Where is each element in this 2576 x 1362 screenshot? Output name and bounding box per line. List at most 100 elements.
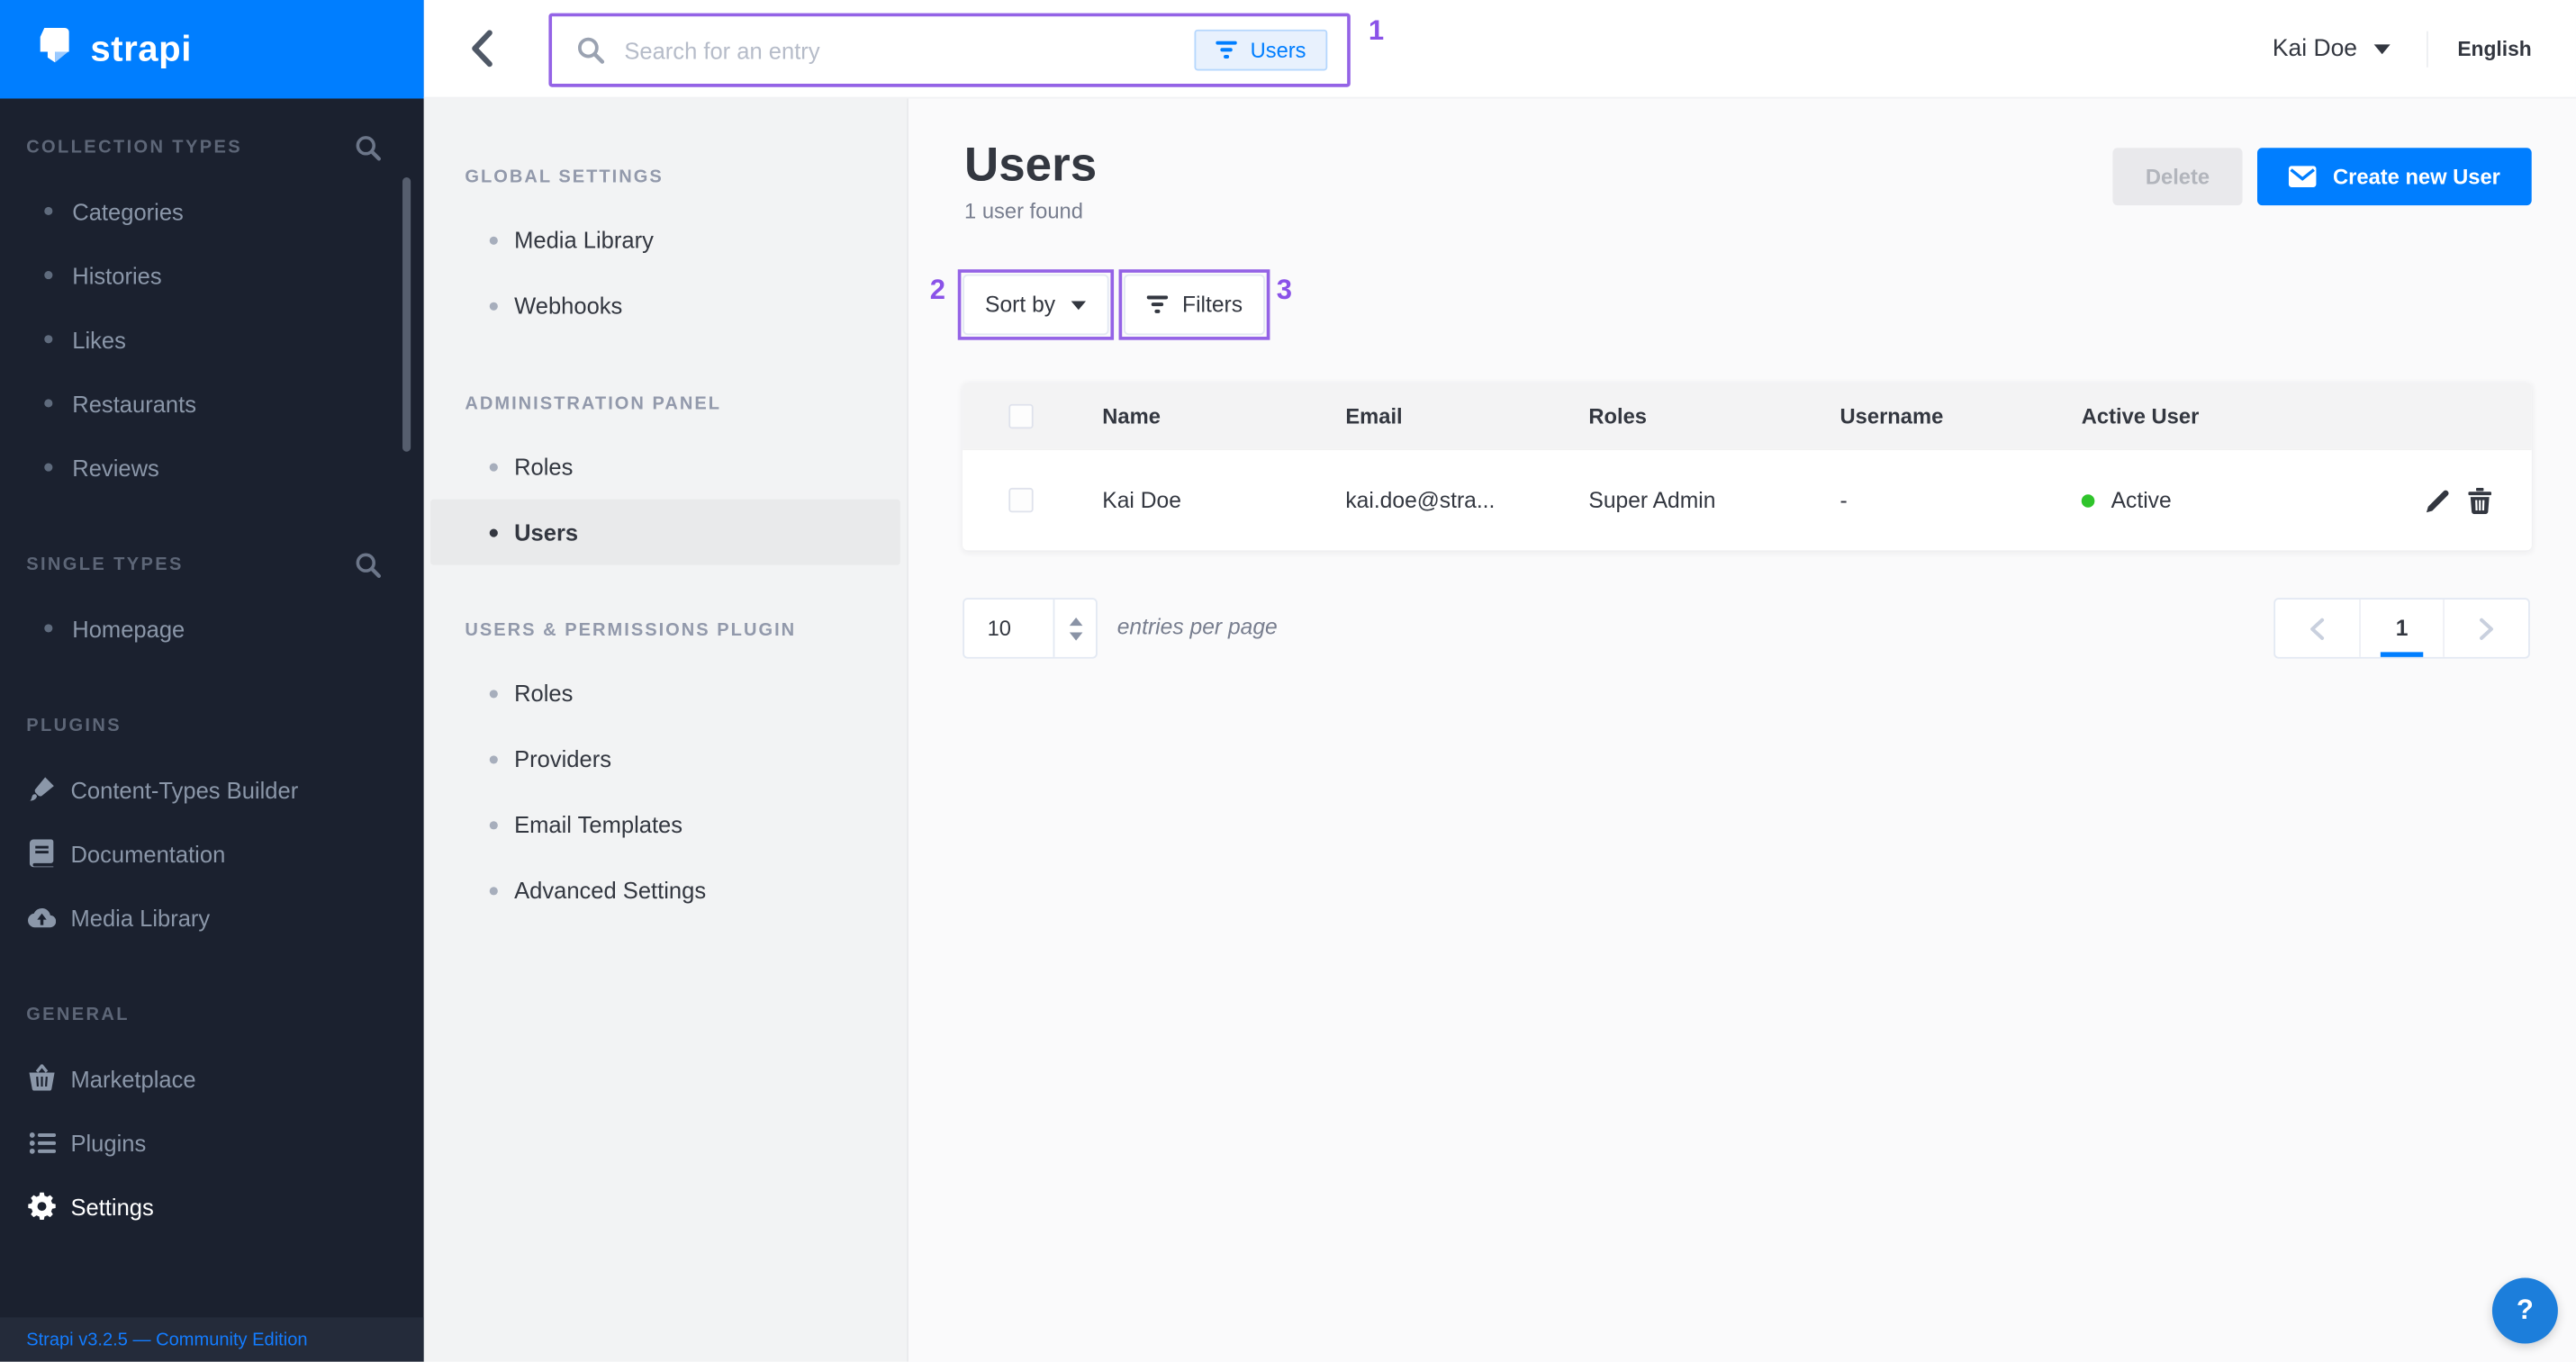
select-all-checkbox[interactable] [1008,403,1033,428]
page-size-value: 10 [964,600,1053,657]
status-dot-icon [2082,493,2095,507]
list-icon [28,1131,56,1154]
filter-icon [1146,295,1168,313]
version-footer-link[interactable]: Strapi v3.2.5 — Community Edition [0,1317,424,1361]
sidebar-item-marketplace[interactable]: Marketplace [0,1046,424,1110]
chevron-down-icon [2373,44,2390,54]
section-general: GENERAL Marketplace Plugins Settings [0,998,424,1238]
section-collection-types: COLLECTION TYPES Categories Histories Li… [0,131,424,500]
settings-item-webhooks[interactable]: Webhooks [430,273,900,338]
bullet-icon [44,624,52,632]
sidebar-item-categories[interactable]: Categories [0,179,424,243]
settings-item-roles[interactable]: Roles [430,434,900,500]
bullet-icon [44,207,52,215]
search-filter-tag[interactable]: Users [1195,30,1328,71]
row-checkbox[interactable] [1008,488,1033,512]
settings-item-up-roles[interactable]: Roles [430,660,900,726]
user-menu[interactable]: Kai Doe [2273,36,2391,62]
basket-icon [28,1064,56,1092]
cell-roles: Super Admin [1588,488,1839,512]
filter-icon [1216,41,1237,59]
section-label: GLOBAL SETTINGS [424,161,907,194]
annotation-label-2: 2 [930,275,945,307]
section-label: GENERAL [26,1006,130,1025]
sidebar-item-homepage[interactable]: Homepage [0,596,424,660]
annotation-box-search: Search for an entry Users [548,14,1350,87]
section-label: ADMINISTRATION PANEL [424,388,907,420]
sidebar-item-restaurants[interactable]: Restaurants [0,371,424,435]
sidebar-item-plugins[interactable]: Plugins [0,1110,424,1174]
bullet-icon [44,399,52,407]
stepper-arrows-icon[interactable] [1053,600,1096,657]
help-button[interactable]: ? [2492,1278,2558,1344]
bullet-icon [44,335,52,343]
divider [2427,32,2428,68]
table-header-row: Name Email Roles Username Active User [963,383,2531,448]
book-icon [28,839,56,867]
settings-item-email-templates[interactable]: Email Templates [430,791,900,857]
users-table: Name Email Roles Username Active User Ka… [963,383,2531,550]
sidebar-item-reviews[interactable]: Reviews [0,436,424,500]
column-header-roles[interactable]: Roles [1588,403,1839,428]
bullet-icon [490,302,498,310]
settings-sidebar: GLOBAL SETTINGS Media Library Webhooks A… [424,98,908,1361]
sidebar-item-content-types-builder[interactable]: Content-Types Builder [0,757,424,821]
section-label: PLUGINS [26,717,122,736]
sidebar-scrollbar[interactable] [402,177,411,452]
annotation-label-3: 3 [1277,275,1292,307]
cell-active-status: Active [2082,488,2377,512]
user-count: 1 user found [964,199,1083,223]
active-page-indicator [2381,652,2423,656]
search-input[interactable]: Search for an entry Users [556,20,1344,81]
trash-icon[interactable] [2468,487,2492,513]
column-header-name[interactable]: Name [1102,403,1345,428]
bullet-icon [490,754,498,762]
search-icon[interactable] [355,552,381,578]
table-row[interactable]: Kai Doe kai.doe@stra... Super Admin - Ac… [963,448,2531,550]
cell-email: kai.doe@stra... [1345,488,1588,512]
bullet-icon [490,820,498,828]
entries-per-page-label: entries per page [1117,614,1278,638]
envelope-icon [2289,166,2317,187]
strapi-logo-icon [32,23,74,76]
create-new-user-button[interactable]: Create new User [2257,148,2532,205]
bullet-icon [490,689,498,697]
column-header-email[interactable]: Email [1345,403,1588,428]
bullet-icon [44,464,52,472]
gear-icon [28,1193,56,1221]
sidebar-item-likes[interactable]: Likes [0,307,424,371]
delete-button[interactable]: Delete [2112,148,2242,205]
section-global-settings: GLOBAL SETTINGS Media Library Webhooks [424,161,907,338]
cloud-upload-icon [28,906,56,928]
filters-button[interactable]: Filters [1124,275,1265,336]
next-page-button[interactable] [2444,600,2528,657]
sort-by-button[interactable]: Sort by [963,275,1108,336]
previous-page-button[interactable] [2275,600,2360,657]
column-header-active-user[interactable]: Active User [2082,403,2325,428]
sidebar-item-documentation[interactable]: Documentation [0,821,424,885]
settings-item-providers[interactable]: Providers [430,726,900,791]
page-title: Users [964,140,1097,194]
settings-item-advanced-settings[interactable]: Advanced Settings [430,857,900,923]
page-number[interactable]: 1 [2360,600,2443,657]
section-label: SINGLE TYPES [26,555,184,575]
bullet-icon [490,236,498,244]
user-area: Kai Doe English [2273,0,2576,98]
column-header-username[interactable]: Username [1840,403,2082,428]
language-selector[interactable]: English [2457,38,2531,61]
sidebar-item-media-library[interactable]: Media Library [0,885,424,949]
strapi-logo[interactable]: strapi [0,0,424,98]
back-button[interactable] [472,30,493,76]
section-label: COLLECTION TYPES [26,138,242,158]
search-icon[interactable] [355,135,381,161]
section-single-types: SINGLE TYPES Homepage [0,548,424,660]
sidebar-item-histories[interactable]: Histories [0,243,424,307]
sidebar-item-settings[interactable]: Settings [0,1175,424,1239]
edit-pencil-icon[interactable] [2425,487,2451,513]
settings-item-users[interactable]: Users [430,500,900,565]
bullet-icon [44,271,52,279]
logo-wordmark: strapi [90,28,192,70]
chevron-down-icon [1071,300,1086,310]
settings-item-media-library[interactable]: Media Library [430,207,900,273]
page-size-select[interactable]: 10 [963,598,1098,659]
